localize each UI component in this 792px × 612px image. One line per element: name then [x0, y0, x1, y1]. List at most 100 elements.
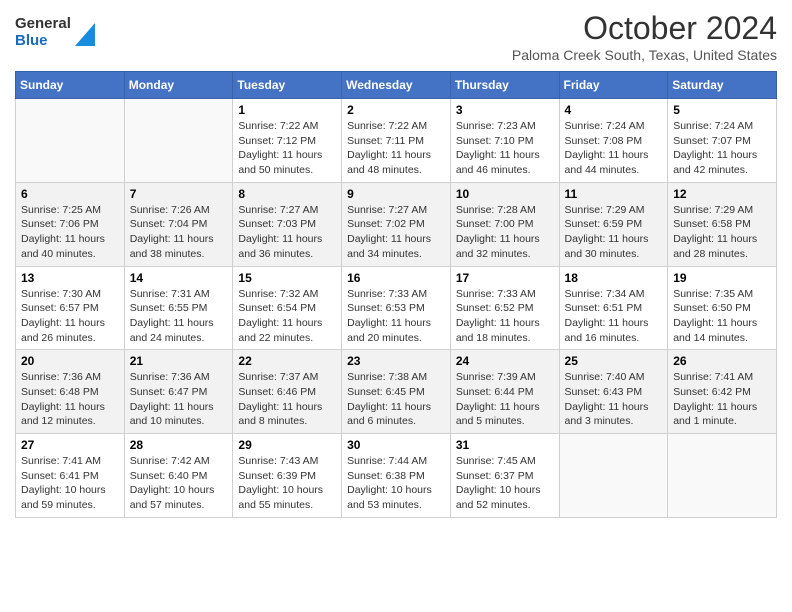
- calendar-cell: 23 Sunrise: 7:38 AMSunset: 6:45 PMDayligh…: [342, 350, 451, 434]
- calendar-cell: 29 Sunrise: 7:43 AMSunset: 6:39 PMDayligh…: [233, 434, 342, 518]
- day-number: 17: [456, 271, 554, 285]
- day-number: 29: [238, 438, 336, 452]
- day-info: Sunrise: 7:27 AMSunset: 7:03 PMDaylight:…: [238, 203, 336, 262]
- day-info: Sunrise: 7:26 AMSunset: 7:04 PMDaylight:…: [130, 203, 228, 262]
- day-number: 8: [238, 187, 336, 201]
- calendar-cell: 1 Sunrise: 7:22 AMSunset: 7:12 PMDaylight…: [233, 99, 342, 183]
- day-number: 15: [238, 271, 336, 285]
- day-info: Sunrise: 7:42 AMSunset: 6:40 PMDaylight:…: [130, 454, 228, 513]
- day-info: Sunrise: 7:22 AMSunset: 7:12 PMDaylight:…: [238, 119, 336, 178]
- calendar-cell: 28 Sunrise: 7:42 AMSunset: 6:40 PMDayligh…: [124, 434, 233, 518]
- day-info: Sunrise: 7:24 AMSunset: 7:08 PMDaylight:…: [565, 119, 663, 178]
- day-number: 26: [673, 354, 771, 368]
- calendar-cell: 7 Sunrise: 7:26 AMSunset: 7:04 PMDaylight…: [124, 182, 233, 266]
- day-header-tuesday: Tuesday: [233, 72, 342, 99]
- day-header-friday: Friday: [559, 72, 668, 99]
- calendar-cell: [668, 434, 777, 518]
- day-info: Sunrise: 7:39 AMSunset: 6:44 PMDaylight:…: [456, 370, 554, 429]
- calendar-cell: 11Sunrise: 7:29 AMSunset: 6:59 PMDayligh…: [559, 182, 668, 266]
- day-info: Sunrise: 7:33 AMSunset: 6:53 PMDaylight:…: [347, 287, 445, 346]
- day-number: 23: [347, 354, 445, 368]
- day-number: 31: [456, 438, 554, 452]
- day-number: 1: [238, 103, 336, 117]
- calendar-cell: 16 Sunrise: 7:33 AMSunset: 6:53 PMDayligh…: [342, 266, 451, 350]
- day-info: Sunrise: 7:36 AMSunset: 6:48 PMDaylight:…: [21, 370, 119, 429]
- calendar-cell: 21 Sunrise: 7:36 AMSunset: 6:47 PMDayligh…: [124, 350, 233, 434]
- day-info: Sunrise: 7:23 AMSunset: 7:10 PMDaylight:…: [456, 119, 554, 178]
- calendar-cell: 24 Sunrise: 7:39 AMSunset: 6:44 PMDayligh…: [450, 350, 559, 434]
- day-info: Sunrise: 7:44 AMSunset: 6:38 PMDaylight:…: [347, 454, 445, 513]
- day-number: 6: [21, 187, 119, 201]
- day-info: Sunrise: 7:30 AMSunset: 6:57 PMDaylight:…: [21, 287, 119, 346]
- calendar-cell: 5Sunrise: 7:24 AMSunset: 7:07 PMDaylight…: [668, 99, 777, 183]
- day-number: 14: [130, 271, 228, 285]
- day-info: Sunrise: 7:32 AMSunset: 6:54 PMDaylight:…: [238, 287, 336, 346]
- page-header: General Blue October 2024 Paloma Creek S…: [15, 10, 777, 63]
- header-row: SundayMondayTuesdayWednesdayThursdayFrid…: [16, 72, 777, 99]
- day-header-monday: Monday: [124, 72, 233, 99]
- day-number: 7: [130, 187, 228, 201]
- calendar-cell: 2Sunrise: 7:22 AMSunset: 7:11 PMDaylight…: [342, 99, 451, 183]
- day-info: Sunrise: 7:41 AMSunset: 6:41 PMDaylight:…: [21, 454, 119, 513]
- calendar-cell: 20Sunrise: 7:36 AMSunset: 6:48 PMDayligh…: [16, 350, 125, 434]
- calendar-header: SundayMondayTuesdayWednesdayThursdayFrid…: [16, 72, 777, 99]
- day-number: 25: [565, 354, 663, 368]
- calendar-cell: 25Sunrise: 7:40 AMSunset: 6:43 PMDayligh…: [559, 350, 668, 434]
- day-number: 4: [565, 103, 663, 117]
- subtitle: Paloma Creek South, Texas, United States: [512, 47, 777, 63]
- day-number: 13: [21, 271, 119, 285]
- calendar-cell: 12 Sunrise: 7:29 AMSunset: 6:58 PMDayligh…: [668, 182, 777, 266]
- calendar-cell: [16, 99, 125, 183]
- day-info: Sunrise: 7:38 AMSunset: 6:45 PMDaylight:…: [347, 370, 445, 429]
- calendar-cell: 9Sunrise: 7:27 AMSunset: 7:02 PMDaylight…: [342, 182, 451, 266]
- logo-icon: [75, 18, 95, 46]
- calendar-cell: 13 Sunrise: 7:30 AMSunset: 6:57 PMDayligh…: [16, 266, 125, 350]
- week-row-5: 27 Sunrise: 7:41 AMSunset: 6:41 PMDayligh…: [16, 434, 777, 518]
- calendar-cell: 15 Sunrise: 7:32 AMSunset: 6:54 PMDayligh…: [233, 266, 342, 350]
- day-info: Sunrise: 7:33 AMSunset: 6:52 PMDaylight:…: [456, 287, 554, 346]
- calendar-cell: 22 Sunrise: 7:37 AMSunset: 6:46 PMDayligh…: [233, 350, 342, 434]
- calendar-cell: 18Sunrise: 7:34 AMSunset: 6:51 PMDayligh…: [559, 266, 668, 350]
- week-row-4: 20Sunrise: 7:36 AMSunset: 6:48 PMDayligh…: [16, 350, 777, 434]
- calendar-cell: [559, 434, 668, 518]
- day-number: 12: [673, 187, 771, 201]
- day-header-sunday: Sunday: [16, 72, 125, 99]
- calendar-cell: 6Sunrise: 7:25 AMSunset: 7:06 PMDaylight…: [16, 182, 125, 266]
- day-info: Sunrise: 7:43 AMSunset: 6:39 PMDaylight:…: [238, 454, 336, 513]
- calendar-cell: 4 Sunrise: 7:24 AMSunset: 7:08 PMDaylight…: [559, 99, 668, 183]
- day-number: 21: [130, 354, 228, 368]
- calendar-cell: 31Sunrise: 7:45 AMSunset: 6:37 PMDayligh…: [450, 434, 559, 518]
- week-row-2: 6Sunrise: 7:25 AMSunset: 7:06 PMDaylight…: [16, 182, 777, 266]
- day-info: Sunrise: 7:29 AMSunset: 6:58 PMDaylight:…: [673, 203, 771, 262]
- logo-blue: Blue: [15, 32, 71, 49]
- day-info: Sunrise: 7:35 AMSunset: 6:50 PMDaylight:…: [673, 287, 771, 346]
- day-header-wednesday: Wednesday: [342, 72, 451, 99]
- day-number: 11: [565, 187, 663, 201]
- title-area: October 2024 Paloma Creek South, Texas, …: [512, 10, 777, 63]
- day-number: 3: [456, 103, 554, 117]
- calendar-cell: 10 Sunrise: 7:28 AMSunset: 7:00 PMDayligh…: [450, 182, 559, 266]
- day-number: 19: [673, 271, 771, 285]
- week-row-3: 13 Sunrise: 7:30 AMSunset: 6:57 PMDayligh…: [16, 266, 777, 350]
- calendar-cell: 30Sunrise: 7:44 AMSunset: 6:38 PMDayligh…: [342, 434, 451, 518]
- day-number: 18: [565, 271, 663, 285]
- calendar-cell: 26 Sunrise: 7:41 AMSunset: 6:42 PMDayligh…: [668, 350, 777, 434]
- day-info: Sunrise: 7:36 AMSunset: 6:47 PMDaylight:…: [130, 370, 228, 429]
- day-info: Sunrise: 7:28 AMSunset: 7:00 PMDaylight:…: [456, 203, 554, 262]
- day-number: 28: [130, 438, 228, 452]
- day-number: 16: [347, 271, 445, 285]
- day-info: Sunrise: 7:41 AMSunset: 6:42 PMDaylight:…: [673, 370, 771, 429]
- day-header-thursday: Thursday: [450, 72, 559, 99]
- day-number: 22: [238, 354, 336, 368]
- day-number: 24: [456, 354, 554, 368]
- logo: General Blue: [15, 10, 95, 49]
- day-number: 10: [456, 187, 554, 201]
- day-info: Sunrise: 7:22 AMSunset: 7:11 PMDaylight:…: [347, 119, 445, 178]
- day-info: Sunrise: 7:31 AMSunset: 6:55 PMDaylight:…: [130, 287, 228, 346]
- calendar-cell: 14 Sunrise: 7:31 AMSunset: 6:55 PMDayligh…: [124, 266, 233, 350]
- calendar-cell: 8 Sunrise: 7:27 AMSunset: 7:03 PMDaylight…: [233, 182, 342, 266]
- day-number: 9: [347, 187, 445, 201]
- day-info: Sunrise: 7:37 AMSunset: 6:46 PMDaylight:…: [238, 370, 336, 429]
- day-number: 27: [21, 438, 119, 452]
- week-row-1: 1 Sunrise: 7:22 AMSunset: 7:12 PMDaylight…: [16, 99, 777, 183]
